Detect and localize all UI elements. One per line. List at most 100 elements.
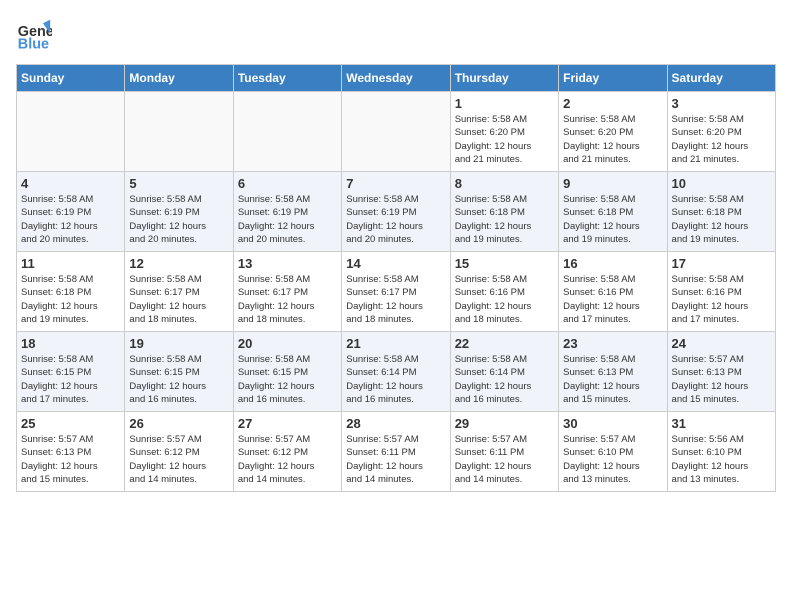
calendar-day: 7 Sunrise: 5:58 AMSunset: 6:19 PMDaylight… (342, 172, 450, 252)
calendar-day: 30 Sunrise: 5:57 AMSunset: 6:10 PMDayligh… (559, 412, 667, 492)
logo-icon: General Blue (16, 16, 52, 52)
calendar-day: 4Sunrise: 5:58 AMSunset: 6:19 PMDaylight… (17, 172, 125, 252)
day-number: 18 (21, 336, 120, 351)
calendar-day (125, 92, 233, 172)
day-number: 25 (21, 416, 120, 431)
day-info: Sunrise: 5:58 AMSunset: 6:19 PMDaylight:… (129, 193, 228, 246)
day-number: 21 (346, 336, 445, 351)
calendar-day: 25 Sunrise: 5:57 AMSunset: 6:13 PMDayligh… (17, 412, 125, 492)
calendar-day: 1Sunrise: 5:58 AMSunset: 6:20 PMDaylight… (450, 92, 558, 172)
day-number: 3 (672, 96, 771, 111)
day-info: Sunrise: 5:58 AMSunset: 6:14 PMDaylight:… (455, 353, 554, 406)
calendar-day: 19 Sunrise: 5:58 AMSunset: 6:15 PMDayligh… (125, 332, 233, 412)
calendar-day: 27 Sunrise: 5:57 AMSunset: 6:12 PMDayligh… (233, 412, 341, 492)
day-info: Sunrise: 5:58 AMSunset: 6:18 PMDaylight:… (455, 193, 554, 246)
weekday-header-wednesday: Wednesday (342, 65, 450, 92)
day-info: Sunrise: 5:58 AMSunset: 6:18 PMDaylight:… (563, 193, 662, 246)
day-number: 20 (238, 336, 337, 351)
day-info: Sunrise: 5:58 AMSunset: 6:16 PMDaylight:… (672, 273, 771, 326)
calendar-day: 3 Sunrise: 5:58 AMSunset: 6:20 PMDaylight… (667, 92, 775, 172)
day-number: 13 (238, 256, 337, 271)
day-info: Sunrise: 5:58 AMSunset: 6:16 PMDaylight:… (563, 273, 662, 326)
svg-text:Blue: Blue (18, 36, 49, 52)
day-info: Sunrise: 5:57 AMSunset: 6:12 PMDaylight:… (238, 433, 337, 486)
day-info: Sunrise: 5:58 AMSunset: 6:15 PMDaylight:… (21, 353, 120, 406)
day-number: 6 (238, 176, 337, 191)
calendar-day (233, 92, 341, 172)
weekday-header-tuesday: Tuesday (233, 65, 341, 92)
calendar-day: 12 Sunrise: 5:58 AMSunset: 6:17 PMDayligh… (125, 252, 233, 332)
calendar-week-3: 11Sunrise: 5:58 AMSunset: 6:18 PMDayligh… (17, 252, 776, 332)
day-number: 16 (563, 256, 662, 271)
day-number: 19 (129, 336, 228, 351)
calendar-day: 29Sunrise: 5:57 AMSunset: 6:11 PMDayligh… (450, 412, 558, 492)
calendar-day: 31 Sunrise: 5:56 AMSunset: 6:10 PMDayligh… (667, 412, 775, 492)
calendar-day: 13Sunrise: 5:58 AMSunset: 6:17 PMDayligh… (233, 252, 341, 332)
day-info: Sunrise: 5:58 AMSunset: 6:19 PMDaylight:… (21, 193, 120, 246)
calendar-day: 22 Sunrise: 5:58 AMSunset: 6:14 PMDayligh… (450, 332, 558, 412)
day-info: Sunrise: 5:56 AMSunset: 6:10 PMDaylight:… (672, 433, 771, 486)
day-info: Sunrise: 5:58 AMSunset: 6:15 PMDaylight:… (129, 353, 228, 406)
calendar-week-1: 1Sunrise: 5:58 AMSunset: 6:20 PMDaylight… (17, 92, 776, 172)
day-number: 14 (346, 256, 445, 271)
day-info: Sunrise: 5:58 AMSunset: 6:18 PMDaylight:… (672, 193, 771, 246)
day-number: 30 (563, 416, 662, 431)
calendar-day: 18 Sunrise: 5:58 AMSunset: 6:15 PMDayligh… (17, 332, 125, 412)
calendar-day: 14 Sunrise: 5:58 AMSunset: 6:17 PMDayligh… (342, 252, 450, 332)
day-info: Sunrise: 5:57 AMSunset: 6:11 PMDaylight:… (455, 433, 554, 486)
day-number: 22 (455, 336, 554, 351)
weekday-header-sunday: Sunday (17, 65, 125, 92)
day-number: 15 (455, 256, 554, 271)
weekday-header-saturday: Saturday (667, 65, 775, 92)
calendar-week-5: 25 Sunrise: 5:57 AMSunset: 6:13 PMDayligh… (17, 412, 776, 492)
calendar-day (342, 92, 450, 172)
calendar-day: 6 Sunrise: 5:58 AMSunset: 6:19 PMDaylight… (233, 172, 341, 252)
calendar-day (17, 92, 125, 172)
calendar-day: 8 Sunrise: 5:58 AMSunset: 6:18 PMDaylight… (450, 172, 558, 252)
day-info: Sunrise: 5:58 AMSunset: 6:19 PMDaylight:… (346, 193, 445, 246)
calendar-table: SundayMondayTuesdayWednesdayThursdayFrid… (16, 64, 776, 492)
day-info: Sunrise: 5:58 AMSunset: 6:20 PMDaylight:… (563, 113, 662, 166)
day-info: Sunrise: 5:58 AMSunset: 6:20 PMDaylight:… (672, 113, 771, 166)
day-number: 5 (129, 176, 228, 191)
logo: General Blue (16, 16, 56, 52)
day-number: 24 (672, 336, 771, 351)
day-info: Sunrise: 5:58 AMSunset: 6:13 PMDaylight:… (563, 353, 662, 406)
calendar-day: 16 Sunrise: 5:58 AMSunset: 6:16 PMDayligh… (559, 252, 667, 332)
day-info: Sunrise: 5:57 AMSunset: 6:13 PMDaylight:… (672, 353, 771, 406)
day-info: Sunrise: 5:57 AMSunset: 6:13 PMDaylight:… (21, 433, 120, 486)
day-number: 11 (21, 256, 120, 271)
day-info: Sunrise: 5:57 AMSunset: 6:11 PMDaylight:… (346, 433, 445, 486)
day-number: 8 (455, 176, 554, 191)
day-info: Sunrise: 5:58 AMSunset: 6:19 PMDaylight:… (238, 193, 337, 246)
calendar-day: 28 Sunrise: 5:57 AMSunset: 6:11 PMDayligh… (342, 412, 450, 492)
day-number: 23 (563, 336, 662, 351)
calendar-day: 21Sunrise: 5:58 AMSunset: 6:14 PMDayligh… (342, 332, 450, 412)
day-number: 2 (563, 96, 662, 111)
day-number: 12 (129, 256, 228, 271)
day-number: 9 (563, 176, 662, 191)
day-info: Sunrise: 5:58 AMSunset: 6:20 PMDaylight:… (455, 113, 554, 166)
weekday-header-friday: Friday (559, 65, 667, 92)
page-header: General Blue (16, 16, 776, 52)
day-number: 27 (238, 416, 337, 431)
day-info: Sunrise: 5:58 AMSunset: 6:17 PMDaylight:… (129, 273, 228, 326)
day-number: 28 (346, 416, 445, 431)
day-info: Sunrise: 5:58 AMSunset: 6:17 PMDaylight:… (346, 273, 445, 326)
day-number: 7 (346, 176, 445, 191)
calendar-day: 5 Sunrise: 5:58 AMSunset: 6:19 PMDaylight… (125, 172, 233, 252)
day-info: Sunrise: 5:58 AMSunset: 6:15 PMDaylight:… (238, 353, 337, 406)
weekday-header-row: SundayMondayTuesdayWednesdayThursdayFrid… (17, 65, 776, 92)
calendar-day: 11Sunrise: 5:58 AMSunset: 6:18 PMDayligh… (17, 252, 125, 332)
calendar-day: 20 Sunrise: 5:58 AMSunset: 6:15 PMDayligh… (233, 332, 341, 412)
day-number: 26 (129, 416, 228, 431)
calendar-day: 2 Sunrise: 5:58 AMSunset: 6:20 PMDaylight… (559, 92, 667, 172)
calendar-day: 17 Sunrise: 5:58 AMSunset: 6:16 PMDayligh… (667, 252, 775, 332)
day-number: 10 (672, 176, 771, 191)
day-number: 17 (672, 256, 771, 271)
calendar-day: 26Sunrise: 5:57 AMSunset: 6:12 PMDayligh… (125, 412, 233, 492)
weekday-header-monday: Monday (125, 65, 233, 92)
day-info: Sunrise: 5:57 AMSunset: 6:10 PMDaylight:… (563, 433, 662, 486)
day-number: 31 (672, 416, 771, 431)
calendar-day: 15Sunrise: 5:58 AMSunset: 6:16 PMDayligh… (450, 252, 558, 332)
